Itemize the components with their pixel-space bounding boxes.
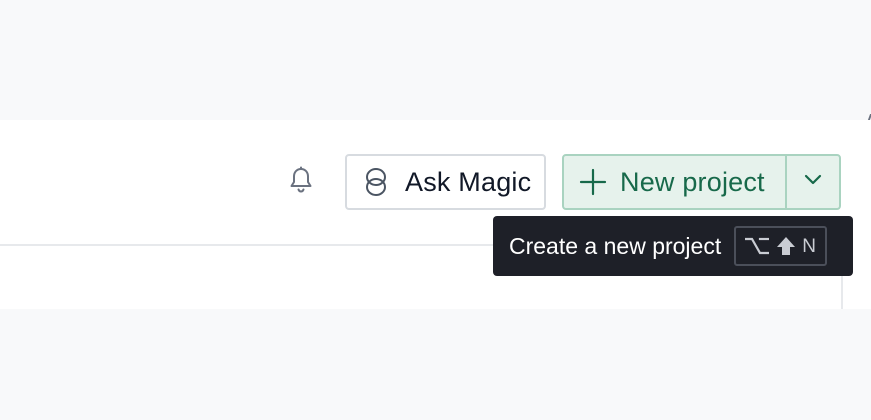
tooltip-text: Create a new project (509, 232, 722, 259)
n-key: N (802, 235, 817, 257)
plus-icon (578, 167, 608, 197)
header-bar (0, 120, 871, 309)
new-project-tooltip: Create a new project N (493, 216, 853, 276)
new-project-label: New project (620, 166, 765, 197)
app-window: Ask Magic New project Create a new proje… (0, 0, 871, 420)
ask-magic-button[interactable]: Ask Magic (345, 154, 546, 210)
chevron-down-icon (803, 173, 823, 191)
magic-rings-icon (363, 167, 389, 197)
new-project-split-button: New project (562, 154, 841, 210)
option-key-icon (745, 236, 770, 256)
shift-key-icon (776, 236, 796, 256)
new-project-dropdown-button[interactable] (787, 156, 839, 208)
keyboard-shortcut: N (734, 226, 828, 266)
ask-magic-label: Ask Magic (405, 166, 532, 197)
notifications-button[interactable] (282, 162, 320, 202)
bell-icon (288, 166, 314, 199)
new-project-button[interactable]: New project (564, 156, 787, 208)
